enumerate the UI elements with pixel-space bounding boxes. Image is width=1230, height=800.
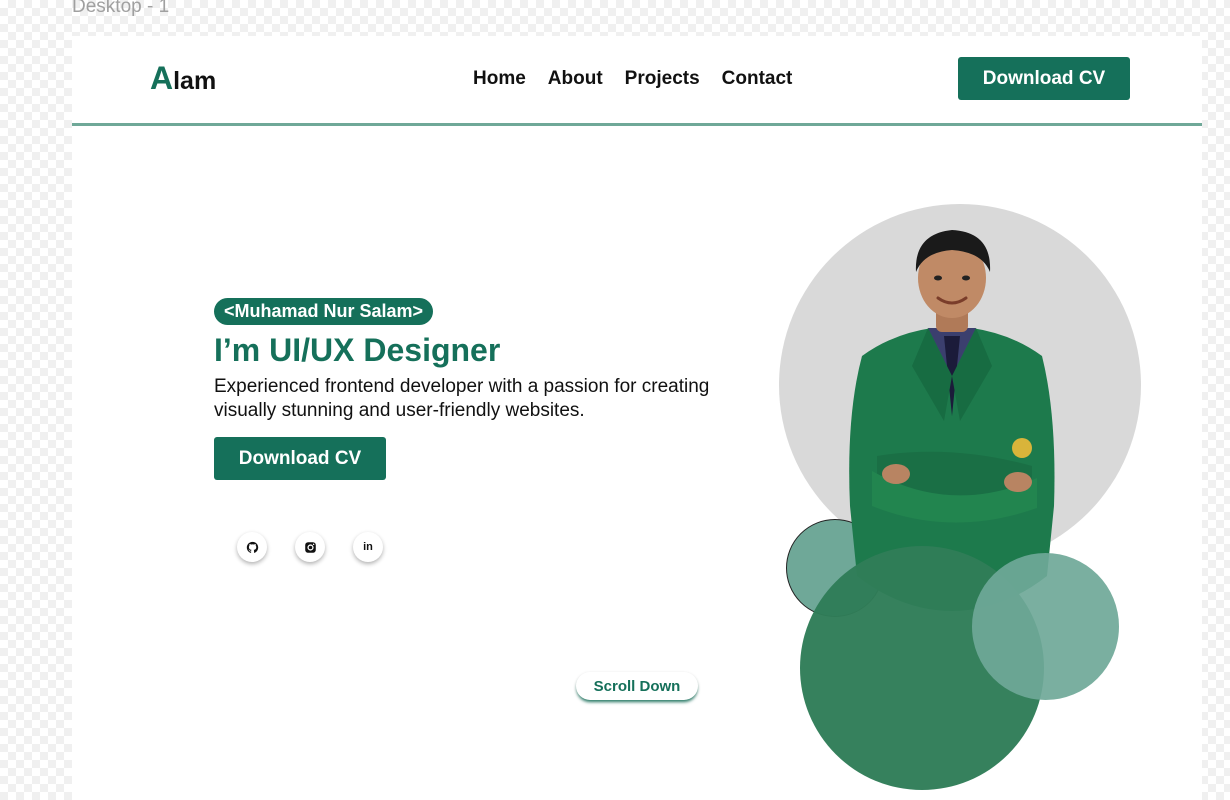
hero-illustration [772,196,1202,800]
nav-link-about[interactable]: About [548,68,603,90]
desktop-frame: Alam Home About Projects Contact Downloa… [72,36,1202,800]
nav-link-contact[interactable]: Contact [722,68,793,90]
hero-headline: I’m UI/UX Designer [214,332,501,368]
hero-description: Experienced frontend developer with a pa… [214,376,710,421]
nav-links: Home About Projects Contact [473,68,792,90]
hero-download-cv-button[interactable]: Download CV [214,437,386,480]
linkedin-icon: in [363,541,373,553]
instagram-link[interactable] [295,532,325,562]
scroll-down-button[interactable]: Scroll Down [576,672,698,700]
nav-link-home[interactable]: Home [473,68,526,90]
instagram-icon [304,541,316,553]
frame-label: Desktop - 1 [72,0,170,17]
linkedin-link[interactable]: in [353,532,383,562]
name-badge: <Muhamad Nur Salam> [214,298,434,325]
nav-download-cv-button[interactable]: Download CV [958,57,1130,100]
navbar: Alam Home About Projects Contact Downloa… [72,36,1202,126]
github-icon [246,541,258,553]
social-links: in [237,532,383,562]
nav-link-projects[interactable]: Projects [625,68,700,90]
logo[interactable]: Alam [150,60,216,97]
github-link[interactable] [237,532,267,562]
right-accent-circle [972,553,1119,700]
logo-text: lam [173,67,217,95]
logo-initial: A [150,60,174,96]
